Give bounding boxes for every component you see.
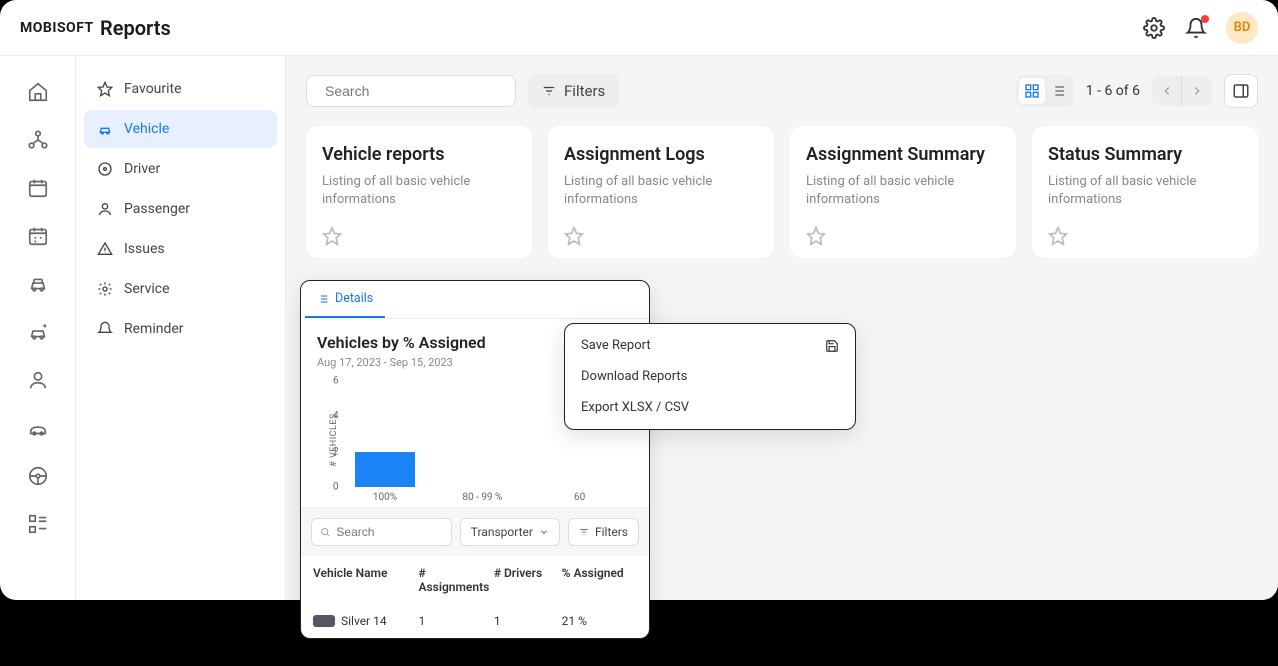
car-loc-icon[interactable] bbox=[26, 320, 50, 344]
bell-icon[interactable] bbox=[1184, 16, 1208, 40]
sidebar-item-vehicle[interactable]: Vehicle bbox=[84, 110, 277, 148]
card-title: Vehicle reports bbox=[322, 144, 516, 165]
settings-icon[interactable] bbox=[1142, 16, 1166, 40]
calendar-icon[interactable] bbox=[26, 176, 50, 200]
grid-view-button[interactable] bbox=[1019, 78, 1045, 104]
report-card[interactable]: Status Summary Listing of all basic vehi… bbox=[1032, 126, 1258, 258]
context-menu: Save Report Download Reports Export XLSX… bbox=[564, 323, 856, 430]
save-icon bbox=[825, 339, 839, 353]
sidebar-item-label: Passenger bbox=[124, 201, 190, 217]
chevron-down-icon bbox=[539, 527, 549, 537]
card-desc: Listing of all basic vehicle information… bbox=[564, 173, 758, 218]
panel-toggle-button[interactable] bbox=[1224, 74, 1258, 108]
card-title: Assignment Logs bbox=[564, 144, 758, 165]
card-desc: Listing of all basic vehicle information… bbox=[806, 173, 1000, 218]
list-view-button[interactable] bbox=[1045, 78, 1071, 104]
sidebar-item-label: Issues bbox=[124, 241, 165, 257]
prev-page-button[interactable] bbox=[1152, 76, 1182, 106]
sidebar-item-issues[interactable]: Issues bbox=[84, 230, 277, 268]
user-icon bbox=[96, 200, 114, 218]
category-sidebar: Favourite Vehicle Driver Passenger Issue… bbox=[76, 56, 286, 600]
car-icon bbox=[96, 120, 114, 138]
sidebar-item-label: Driver bbox=[124, 161, 160, 177]
car-thumb-icon bbox=[313, 615, 335, 627]
filters-button[interactable]: Filters bbox=[528, 74, 619, 108]
pagination-text: 1 - 6 of 6 bbox=[1086, 83, 1140, 99]
table-search-input[interactable] bbox=[311, 518, 452, 546]
sidebar-item-reminder[interactable]: Reminder bbox=[84, 310, 277, 348]
sidebar-item-label: Favourite bbox=[124, 81, 182, 97]
filter-icon bbox=[579, 527, 589, 537]
table-header: Vehicle Name # Assignments # Drivers % A… bbox=[301, 556, 649, 604]
favourite-toggle[interactable] bbox=[322, 226, 342, 246]
sidebar-item-passenger[interactable]: Passenger bbox=[84, 190, 277, 228]
icon-rail bbox=[0, 56, 76, 600]
sidebar-item-label: Reminder bbox=[124, 321, 184, 337]
card-title: Assignment Summary bbox=[806, 144, 1000, 165]
car-icon[interactable] bbox=[26, 272, 50, 296]
sidebar-item-driver[interactable]: Driver bbox=[84, 150, 277, 188]
sidebar-item-favourite[interactable]: Favourite bbox=[84, 70, 277, 108]
steering-icon bbox=[96, 160, 114, 178]
view-toggle bbox=[1016, 75, 1074, 107]
download-reports-menuitem[interactable]: Download Reports bbox=[565, 361, 855, 392]
transporter-dropdown[interactable]: Transporter bbox=[460, 518, 560, 546]
list-icon bbox=[317, 293, 329, 305]
bell-icon bbox=[96, 320, 114, 338]
search-input[interactable] bbox=[306, 75, 516, 107]
warning-icon bbox=[96, 240, 114, 258]
table-filters-button[interactable]: Filters bbox=[568, 518, 639, 546]
car-outline-icon[interactable] bbox=[26, 416, 50, 440]
favourite-toggle[interactable] bbox=[806, 226, 826, 246]
page-title: Reports bbox=[100, 16, 171, 40]
org-icon[interactable] bbox=[26, 128, 50, 152]
sidebar-item-label: Vehicle bbox=[124, 121, 169, 137]
home-icon[interactable] bbox=[26, 80, 50, 104]
details-tab[interactable]: Details bbox=[305, 281, 385, 318]
search-icon bbox=[320, 526, 330, 538]
report-card[interactable]: Vehicle reports Listing of all basic veh… bbox=[306, 126, 532, 258]
schedule-icon[interactable] bbox=[26, 224, 50, 248]
sidebar-item-label: Service bbox=[124, 281, 170, 297]
report-card[interactable]: Assignment Logs Listing of all basic veh… bbox=[548, 126, 774, 258]
star-icon bbox=[96, 80, 114, 98]
favourite-toggle[interactable] bbox=[1048, 226, 1068, 246]
table-row[interactable]: Silver 14 1 1 21 % bbox=[301, 604, 649, 638]
brand-logo: MOBISOFT bbox=[20, 20, 80, 36]
next-page-button[interactable] bbox=[1182, 76, 1212, 106]
card-desc: Listing of all basic vehicle information… bbox=[1048, 173, 1242, 218]
layout-icon[interactable] bbox=[26, 512, 50, 536]
user-icon[interactable] bbox=[26, 368, 50, 392]
favourite-toggle[interactable] bbox=[564, 226, 584, 246]
report-card[interactable]: Assignment Summary Listing of all basic … bbox=[790, 126, 1016, 258]
export-menuitem[interactable]: Export XLSX / CSV bbox=[565, 392, 855, 423]
card-desc: Listing of all basic vehicle information… bbox=[322, 173, 516, 218]
notification-dot bbox=[1201, 15, 1209, 23]
card-title: Status Summary bbox=[1048, 144, 1242, 165]
gear-icon bbox=[96, 280, 114, 298]
filter-icon bbox=[542, 84, 556, 98]
sidebar-item-service[interactable]: Service bbox=[84, 270, 277, 308]
user-avatar[interactable]: BD bbox=[1226, 12, 1258, 44]
save-report-menuitem[interactable]: Save Report bbox=[565, 330, 855, 361]
steering-icon[interactable] bbox=[26, 464, 50, 488]
